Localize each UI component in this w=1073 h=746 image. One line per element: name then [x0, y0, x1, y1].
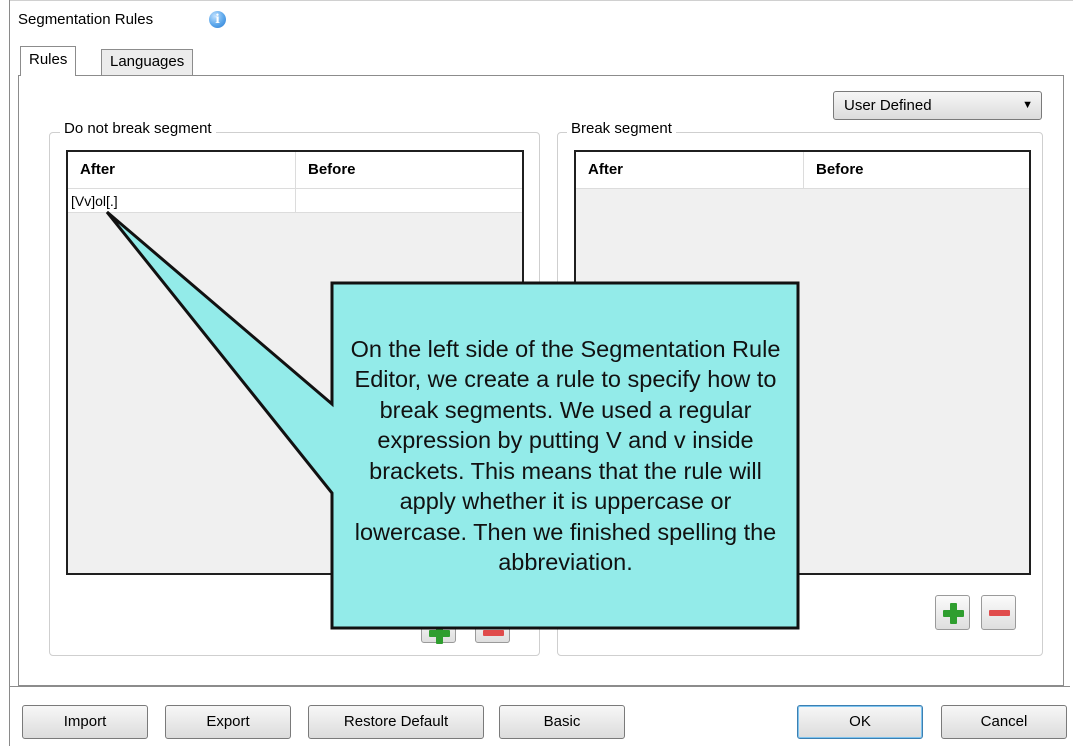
basic-button[interactable]: Basic	[499, 705, 625, 739]
grid-header: After Before	[68, 152, 522, 189]
dialog-title: Segmentation Rules	[18, 11, 154, 28]
column-header-after[interactable]: After	[576, 152, 804, 188]
minus-icon	[989, 610, 1010, 616]
cell-after[interactable]: [Vv]ol[.]	[68, 189, 296, 213]
rule-mode-value: User Defined	[844, 97, 932, 114]
export-button[interactable]: Export	[165, 705, 291, 739]
restore-default-button[interactable]: Restore Default	[308, 705, 484, 739]
minus-icon	[483, 630, 504, 636]
add-rule-button[interactable]	[935, 595, 970, 630]
tab-languages[interactable]: Languages	[101, 49, 194, 75]
column-header-before[interactable]: Before	[296, 152, 522, 188]
ok-button[interactable]: OK	[797, 705, 923, 739]
grid-header: After Before	[576, 152, 1029, 189]
divider	[9, 686, 1070, 687]
dropdown-arrow-icon: ▼	[1022, 99, 1033, 111]
import-button[interactable]: Import	[22, 705, 148, 739]
column-header-after[interactable]: After	[68, 152, 296, 188]
do-not-break-label: Do not break segment	[60, 120, 216, 137]
callout-text: On the left side of the Segmentation Rul…	[350, 335, 781, 576]
tab-rules[interactable]: Rules	[20, 46, 77, 76]
info-icon[interactable]: i	[209, 11, 226, 28]
cell-before[interactable]	[296, 189, 522, 213]
break-label: Break segment	[567, 120, 676, 137]
rule-mode-select[interactable]: User Defined ▼	[833, 91, 1042, 120]
table-row[interactable]: [Vv]ol[.]	[68, 189, 522, 213]
cancel-button[interactable]: Cancel	[941, 705, 1067, 739]
remove-rule-button[interactable]	[981, 595, 1016, 630]
column-header-before[interactable]: Before	[804, 152, 1029, 188]
